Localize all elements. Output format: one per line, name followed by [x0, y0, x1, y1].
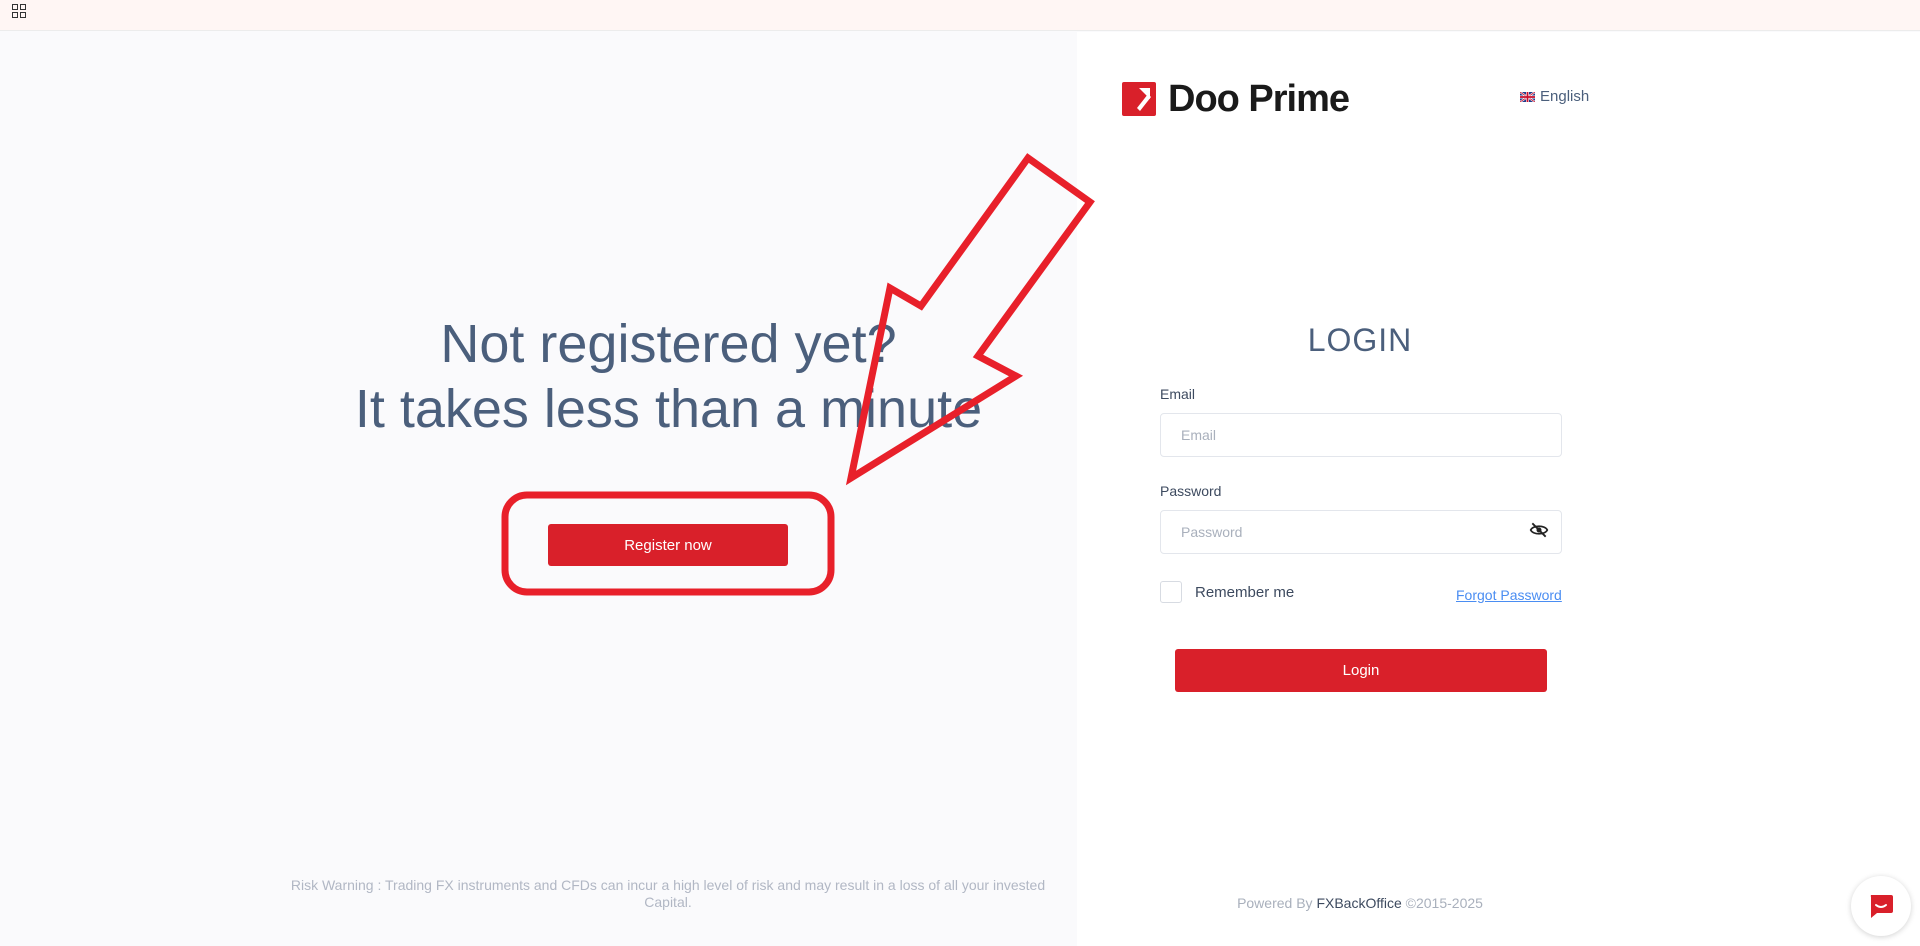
- login-title: LOGIN: [1307, 322, 1413, 358]
- uk-flag-icon: [1520, 91, 1535, 102]
- language-label: English: [1540, 88, 1590, 105]
- register-now-button[interactable]: Register now: [548, 524, 788, 566]
- grid-icon[interactable]: [12, 4, 28, 20]
- doo-prime-logo-icon: [1122, 82, 1156, 116]
- top-bar: [0, 0, 1920, 31]
- remember-me-checkbox[interactable]: [1160, 581, 1182, 603]
- password-input[interactable]: [1160, 510, 1562, 554]
- language-selector[interactable]: English: [1520, 88, 1589, 105]
- powered-brand-link[interactable]: FXBackOffice: [1316, 895, 1401, 911]
- forgot-password-link[interactable]: Forgot Password: [1456, 587, 1562, 603]
- chat-widget-button[interactable]: [1851, 876, 1911, 936]
- powered-prefix: Powered By: [1237, 895, 1313, 911]
- eye-slash-icon[interactable]: [1529, 520, 1549, 540]
- login-button[interactable]: Login: [1175, 649, 1547, 692]
- brand-logo: Doo Prime: [1122, 77, 1350, 120]
- powered-by-footer: Powered By FXBackOffice ©2015-2025: [1160, 895, 1560, 911]
- risk-warning: Risk Warning : Trading FX instruments an…: [290, 877, 1046, 910]
- powered-suffix: ©2015-2025: [1405, 895, 1483, 911]
- email-input[interactable]: [1160, 413, 1562, 457]
- email-label: Email: [1160, 386, 1196, 402]
- remember-me-label: Remember me: [1195, 584, 1295, 601]
- register-panel: [0, 32, 1077, 946]
- password-label: Password: [1160, 483, 1222, 499]
- logo-text: Doo Prime: [1168, 77, 1350, 120]
- chat-icon: [1870, 895, 1893, 918]
